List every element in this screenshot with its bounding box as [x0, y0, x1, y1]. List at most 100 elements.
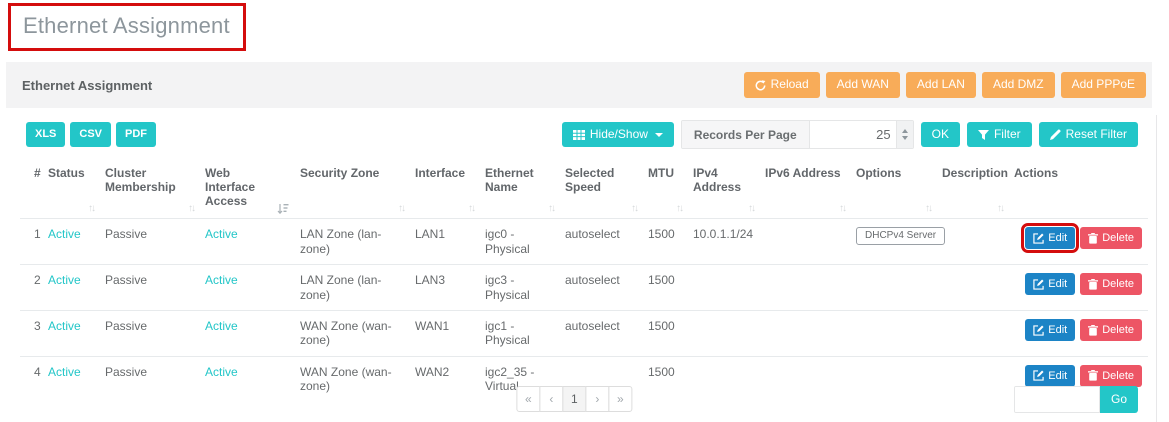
cell-web-interface-access: Active — [199, 265, 294, 311]
cell-number: 2 — [20, 265, 42, 311]
delete-button[interactable]: Delete — [1080, 227, 1142, 249]
export-xls-button[interactable]: XLS — [26, 122, 65, 146]
column-header-interface[interactable]: Interface↑↓ — [409, 161, 479, 219]
cell-ethernet-name: igc1 - Physical — [479, 310, 559, 356]
edit-pencil-square-icon — [1033, 233, 1044, 244]
export-csv-button[interactable]: CSV — [70, 122, 111, 146]
edit-button[interactable]: Edit — [1025, 319, 1075, 341]
export-pdf-button[interactable]: PDF — [116, 122, 156, 146]
edit-button[interactable]: Edit — [1025, 227, 1075, 249]
column-header-ipv6-address[interactable]: IPv6 Address↑↓ — [759, 161, 850, 219]
sort-icon: ↑↓ — [839, 203, 845, 215]
column-header-web-interface-access[interactable]: Web Interface Access — [199, 161, 294, 219]
table-row: 2 Active Passive Active LAN Zone (lan-zo… — [20, 265, 1148, 311]
edit-pencil-square-icon — [1033, 279, 1044, 290]
records-per-page-input[interactable] — [810, 121, 896, 148]
cell-ipv4-address: 10.0.1.1/24 — [687, 219, 759, 265]
sort-icon: ↑↓ — [548, 203, 554, 215]
delete-button[interactable]: Delete — [1080, 319, 1142, 341]
status-link[interactable]: Active — [48, 319, 81, 333]
cell-actions: EditDelete — [1008, 310, 1148, 356]
cell-cluster-membership: Passive — [99, 265, 199, 311]
web-access-link[interactable]: Active — [205, 319, 238, 333]
delete-button[interactable]: Delete — [1080, 273, 1142, 295]
cell-security-zone: LAN Zone (lan-zone) — [294, 219, 409, 265]
pagination-first[interactable]: « — [516, 386, 540, 412]
edit-button[interactable]: Edit — [1025, 273, 1075, 295]
edit-pencil-square-icon — [1033, 370, 1044, 381]
column-header-ethernet-name[interactable]: Ethernet Name↑↓ — [479, 161, 559, 219]
status-link[interactable]: Active — [48, 273, 81, 287]
table-grid-icon — [573, 130, 585, 140]
cell-ipv6-address — [759, 265, 850, 311]
web-access-link[interactable]: Active — [205, 227, 238, 241]
ok-button[interactable]: OK — [921, 122, 960, 147]
add-lan-button[interactable]: Add LAN — [906, 72, 976, 97]
ethernet-assignment-table: # Status↑↓ Cluster Membership↑↓ Web Inte… — [20, 161, 1148, 402]
column-header-selected-speed[interactable]: Selected Speed↑↓ — [559, 161, 642, 219]
cell-ethernet-name: igc3 - Physical — [479, 265, 559, 311]
web-access-link[interactable]: Active — [205, 365, 238, 379]
filter-funnel-icon — [978, 130, 989, 140]
scrollbar-track[interactable] — [1156, 115, 1157, 422]
sort-asc-icon — [277, 203, 289, 214]
cell-mtu: 1500 — [642, 219, 687, 265]
column-header-cluster-membership[interactable]: Cluster Membership↑↓ — [99, 161, 199, 219]
filter-button[interactable]: Filter — [967, 122, 1032, 147]
column-header-actions: Actions — [1008, 161, 1148, 219]
cell-cluster-membership: Passive — [99, 219, 199, 265]
status-link[interactable]: Active — [48, 227, 81, 241]
cell-interface: LAN1 — [409, 219, 479, 265]
column-header-options[interactable]: Options↑↓ — [850, 161, 936, 219]
go-button[interactable]: Go — [1100, 386, 1138, 413]
column-header-security-zone[interactable]: Security Zone↑↓ — [294, 161, 409, 219]
cell-interface: LAN3 — [409, 265, 479, 311]
page-title: Ethernet Assignment — [23, 13, 230, 39]
refresh-icon — [755, 80, 766, 91]
cell-description — [936, 219, 1008, 265]
cell-ipv4-address — [687, 265, 759, 311]
add-dmz-button[interactable]: Add DMZ — [982, 72, 1055, 97]
edit-button[interactable]: Edit — [1025, 365, 1075, 387]
pagination: « ‹ 1 › » — [516, 386, 632, 412]
reset-filter-button[interactable]: Reset Filter — [1039, 122, 1138, 147]
table-row: 3 Active Passive Active WAN Zone (wan-zo… — [20, 310, 1148, 356]
records-per-page-stepper[interactable] — [896, 121, 913, 148]
status-link[interactable]: Active — [48, 365, 81, 379]
goto-page-input[interactable] — [1015, 387, 1100, 412]
cell-web-interface-access: Active — [199, 310, 294, 356]
web-access-link[interactable]: Active — [205, 273, 238, 287]
column-header-ipv4-address[interactable]: IPv4 Address↑↓ — [687, 161, 759, 219]
column-header-mtu[interactable]: MTU↑↓ — [642, 161, 687, 219]
pagination-previous[interactable]: ‹ — [539, 386, 563, 412]
column-header-number: # — [20, 161, 42, 219]
add-wan-button[interactable]: Add WAN — [826, 72, 900, 97]
cell-mtu: 1500 — [642, 265, 687, 311]
stepper-up-icon[interactable] — [902, 129, 908, 133]
sort-icon: ↑↓ — [88, 203, 94, 215]
pagination-last[interactable]: » — [608, 386, 632, 412]
add-pppoe-button[interactable]: Add PPPoE — [1061, 72, 1146, 97]
cell-status: Active — [42, 219, 99, 265]
cell-ipv6-address — [759, 219, 850, 265]
cell-interface: WAN1 — [409, 310, 479, 356]
edit-pencil-square-icon — [1033, 325, 1044, 336]
goto-page-group: Go — [1014, 386, 1138, 413]
table-toolbar: XLS CSV PDF Hide/Show Records Per Page — [20, 108, 1138, 161]
content-wrapper: Ethernet Assignment Reload Add WAN Add L… — [6, 62, 1152, 422]
column-header-description[interactable]: Description↑↓ — [936, 161, 1008, 219]
column-header-status[interactable]: Status↑↓ — [42, 161, 99, 219]
panel-title: Ethernet Assignment — [22, 78, 152, 93]
cell-description — [936, 310, 1008, 356]
stepper-down-icon[interactable] — [902, 136, 908, 140]
cell-security-zone: WAN Zone (wan-zone) — [294, 310, 409, 356]
pagination-next[interactable]: › — [585, 386, 609, 412]
reload-button[interactable]: Reload — [744, 72, 820, 97]
hide-show-dropdown[interactable]: Hide/Show — [562, 122, 674, 147]
cell-options: DHCPv4 Server — [850, 219, 936, 265]
table-row: 1 Active Passive Active LAN Zone (lan-zo… — [20, 219, 1148, 265]
toolbar-right: Hide/Show Records Per Page OK Filter — [562, 120, 1138, 149]
cell-number: 3 — [20, 310, 42, 356]
delete-button[interactable]: Delete — [1080, 365, 1142, 387]
pagination-page-1[interactable]: 1 — [562, 386, 586, 412]
